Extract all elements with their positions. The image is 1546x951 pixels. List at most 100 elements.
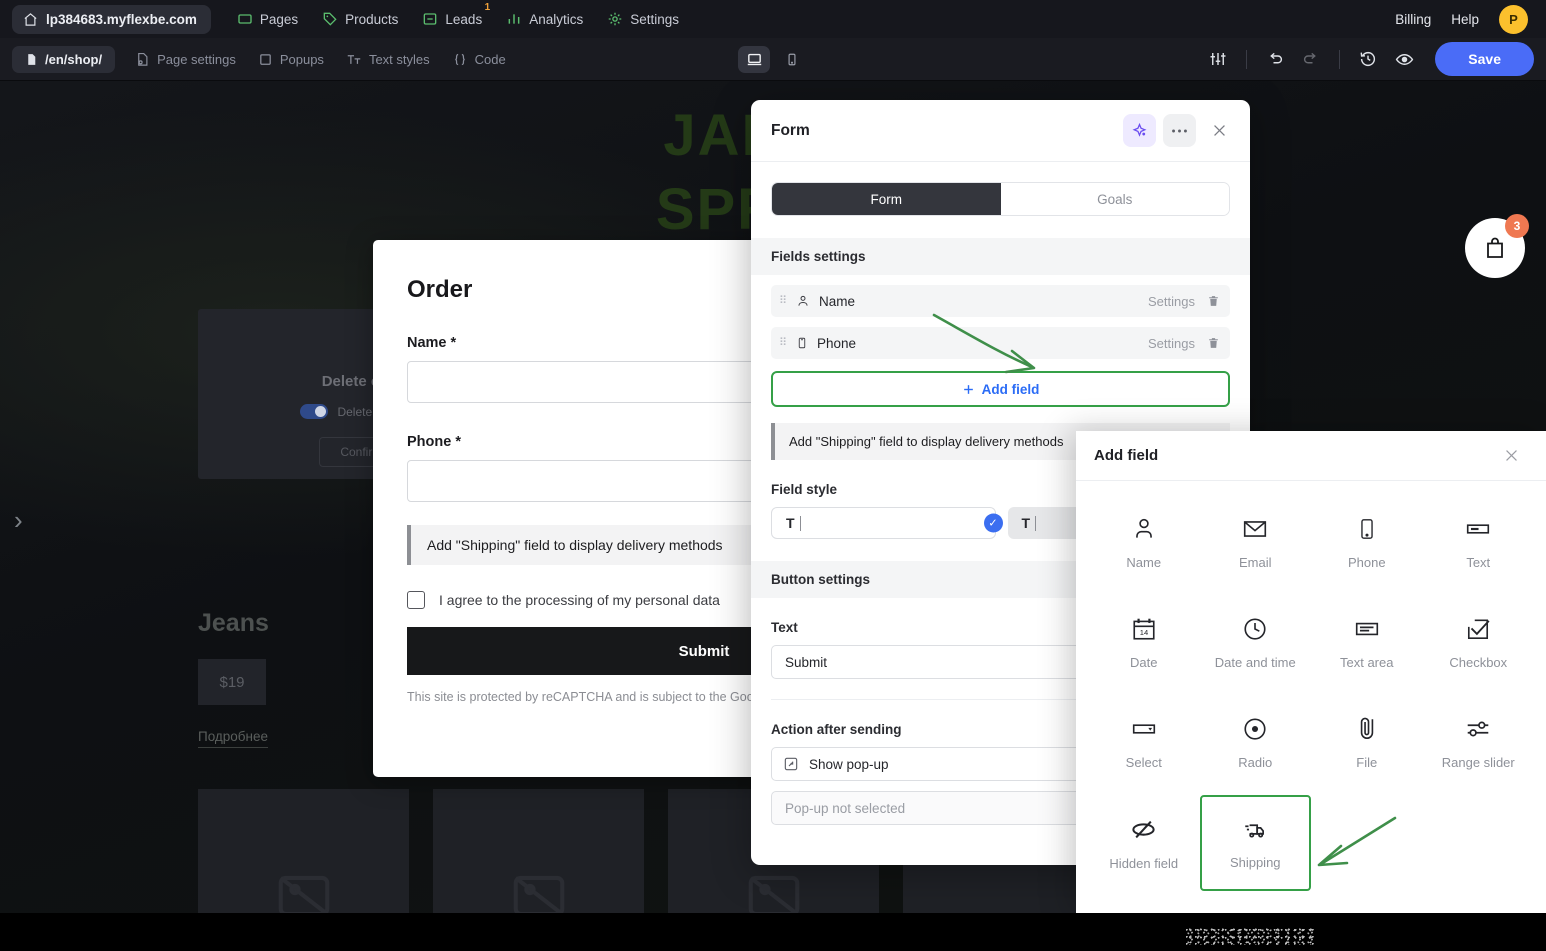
nav-item-analytics[interactable]: Analytics [496,4,593,34]
add-field-option-label: Radio [1238,755,1273,770]
preview-button[interactable] [1389,44,1419,74]
tag-icon [323,12,337,26]
code-icon [454,53,465,65]
add-field-option-hidden-field[interactable]: Hidden field [1088,795,1200,891]
drag-handle-icon[interactable]: ⠿ [779,337,787,348]
close-icon [1214,125,1225,136]
cart-floating-button[interactable]: 3 [1465,214,1529,278]
drag-handle-icon[interactable]: ⠿ [779,295,787,306]
trash-icon[interactable] [1207,336,1220,350]
add-field-option-text[interactable]: Text [1423,495,1535,591]
tab-goals[interactable]: Goals [1000,183,1229,215]
toolbar-code-label: Code [474,51,506,67]
sliders-icon [1210,53,1226,65]
nav-item-settings[interactable]: Settings [597,4,689,34]
delete-products-toggle[interactable] [300,404,329,419]
add-field-option-name[interactable]: Name [1088,495,1200,591]
add-field-option-email[interactable]: Email [1200,495,1312,591]
add-field-option-radio[interactable]: Radio [1200,695,1312,791]
redo-button[interactable] [1296,44,1326,74]
add-field-button[interactable]: Add field [771,371,1230,407]
toolbar-text-styles[interactable]: Text styles [336,46,440,73]
add-field-option-text-area[interactable]: Text area [1311,595,1423,691]
page-path-label: /en/shop/ [45,51,103,67]
billing-link[interactable]: Billing [1395,12,1431,27]
form-field-name: Phone [817,335,857,351]
add-field-option-label: Hidden field [1109,855,1179,871]
popup-expand-icon [784,757,798,771]
image-off-icon [513,875,564,913]
form-panel-header-actions [1123,114,1236,147]
add-field-option-range-slider[interactable]: Range slider [1423,695,1535,791]
undo-icon [1270,52,1283,64]
add-field-option-label: Text [1466,555,1491,570]
field-style-outlined[interactable]: T ✓ [771,507,1003,539]
add-field-panel-header: Add field [1076,431,1546,481]
field-settings-link[interactable]: Settings [1148,294,1195,309]
bottom-artifact [1185,927,1315,945]
trash-icon[interactable] [1207,294,1220,308]
form-panel-header: Form [751,100,1250,162]
add-field-option-select[interactable]: Select [1088,695,1200,791]
add-field-option-phone[interactable]: Phone [1311,495,1423,591]
mobile-view-button[interactable] [776,46,808,73]
fields-settings-section-title: Fields settings [751,238,1250,275]
add-field-option-label: Email [1238,555,1272,570]
toolbar-items: Page settings Popups Text styles Code [125,46,516,73]
product-title: Jeans [198,609,269,637]
eye-off-icon [1132,820,1155,838]
add-field-option-date[interactable]: 14 Date [1088,595,1200,691]
order-consent-label: I agree to the processing of my personal… [439,592,720,608]
tab-form[interactable]: Form [772,183,1001,215]
history-icon [1360,51,1376,67]
gear-icon [608,12,622,26]
desktop-view-button[interactable] [738,45,770,73]
envelope-icon [1244,521,1267,537]
add-field-option-checkbox[interactable]: Checkbox [1423,595,1535,691]
action-after-sending-value: Show pop-up [809,756,889,772]
add-field-option-date-and-time[interactable]: Date and time [1200,595,1312,691]
ai-sparkle-button[interactable] [1123,114,1156,147]
textarea-icon [1355,622,1378,636]
toolbar-page-settings[interactable]: Page settings [125,46,246,73]
sparkle-icon [1132,122,1147,137]
order-consent-checkbox[interactable] [407,591,425,609]
product-more-link[interactable]: Подробнее [198,729,269,748]
carousel-next-chevron-icon[interactable]: › [14,505,23,536]
nav-item-settings-label: Settings [630,11,680,27]
top-nav-right: Billing Help P [1395,4,1534,34]
add-field-option-file[interactable]: File [1311,695,1423,791]
radio-icon [1244,718,1266,740]
toolbar-popups[interactable]: Popups [248,46,334,73]
more-options-button[interactable] [1163,114,1196,147]
page-path-chip[interactable]: /en/shop/ [12,45,116,73]
field-settings-link[interactable]: Settings [1148,336,1195,351]
top-navigation-bar: lp384683.myflexbe.com Pages Products Lea… [0,0,1546,38]
form-field-name: Name [819,293,856,309]
form-panel-close-button[interactable] [1203,114,1236,147]
save-button[interactable]: Save [1435,42,1534,76]
nav-item-pages[interactable]: Pages [227,4,308,34]
undo-button[interactable] [1260,44,1290,74]
history-button[interactable] [1353,44,1383,74]
add-field-option-label: Phone [1347,555,1386,570]
form-field-row[interactable]: ⠿ Name Settings [771,285,1230,317]
nav-item-leads[interactable]: Leads 1 [412,3,492,34]
add-field-option-label: Text area [1340,655,1394,670]
nav-item-products[interactable]: Products [312,4,408,34]
site-domain-chip[interactable]: lp384683.myflexbe.com [12,4,211,34]
toolbar-code[interactable]: Code [442,46,516,73]
toolbar-popups-label: Popups [279,51,324,67]
add-field-panel-close-button[interactable] [1495,439,1528,472]
help-link[interactable]: Help [1451,12,1479,27]
settings-sliders-button[interactable] [1203,44,1233,74]
form-field-actions: Settings [1148,294,1220,309]
editor-toolbar: /en/shop/ Page settings Popups Text styl… [0,38,1546,81]
avatar[interactable]: P [1499,4,1528,34]
add-field-option-shipping[interactable]: Shipping [1199,795,1311,891]
phone-icon [798,337,806,349]
toolbar-divider-2 [1339,49,1341,69]
mobile-icon [788,53,796,65]
form-field-row[interactable]: ⠿ Phone Settings [771,327,1230,359]
nav-item-leads-label: Leads [445,11,483,27]
